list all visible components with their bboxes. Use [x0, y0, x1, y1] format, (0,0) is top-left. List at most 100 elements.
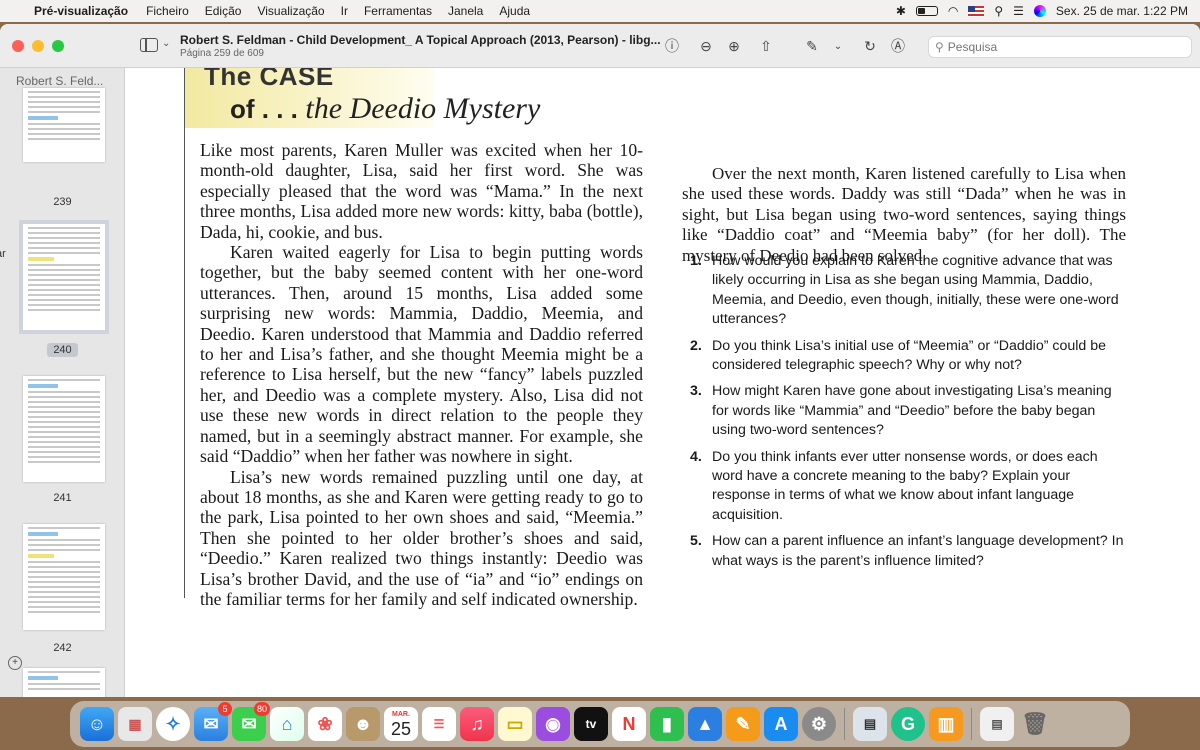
page-thumbnail-242[interactable] — [23, 524, 105, 630]
share-icon[interactable]: ⇧ — [756, 36, 776, 56]
clock-datetime[interactable]: Sex. 25 de mar. 1:22 PM — [1056, 4, 1188, 18]
menu-bar: Pré-visualização Ficheiro Edição Visuali… — [0, 0, 1200, 22]
safari-icon[interactable]: ✧ — [156, 707, 190, 741]
heading-rule — [184, 68, 185, 598]
sidebar-edge-text: ar — [0, 248, 6, 260]
recent-document-icon[interactable]: ▤ — [980, 707, 1014, 741]
status-area: ✱ ◠ ⚲ ☰ Sex. 25 de mar. 1:22 PM — [896, 4, 1200, 18]
grammarly-icon[interactable]: G — [891, 707, 925, 741]
preview-icon[interactable]: ▤ — [853, 707, 887, 741]
selected-page-label: 240 — [47, 343, 78, 357]
menu-app-name[interactable]: Pré-visualização — [34, 4, 128, 18]
question-text: Do you think infants ever utter nonsense… — [712, 448, 1098, 523]
search-input[interactable] — [947, 40, 1168, 54]
case-heading: The CASE — [204, 68, 334, 91]
question-text: How would you explain to Karen the cogni… — [712, 253, 1119, 328]
question-item: 2. Do you think Lisa’s initial use of “M… — [690, 337, 1126, 376]
document-page: The CASE of . . . the Deedio Mystery Lik… — [126, 68, 1200, 697]
podcasts-icon[interactable]: ◉ — [536, 707, 570, 741]
search-icon: ⚲ — [935, 40, 944, 54]
calendar-month: MAR. — [392, 710, 410, 718]
chevron-down-icon[interactable]: ⌄ — [162, 38, 170, 49]
photos-icon[interactable]: ❀ — [308, 707, 342, 741]
system-preferences-icon[interactable]: ⚙ — [802, 707, 836, 741]
page-thumbnail-239[interactable] — [23, 88, 105, 162]
mail-icon[interactable]: ✉ 5 — [194, 702, 232, 741]
story-paragraph: Over the next month, Karen listened care… — [682, 164, 1126, 265]
page-thumbnail-243[interactable] — [23, 668, 105, 697]
keynote-icon[interactable]: ▲ — [688, 707, 722, 741]
question-number: 3. — [690, 383, 702, 400]
markup-chevron-icon[interactable]: ⌄ — [828, 36, 848, 56]
bluetooth-icon[interactable]: ✱ — [896, 4, 906, 18]
numbers-icon[interactable]: ▮ — [650, 707, 684, 741]
control-center-icon[interactable]: ☰ — [1013, 4, 1024, 18]
question-item: 4. Do you think infants ever utter nonse… — [690, 448, 1126, 526]
apple-tv-icon[interactable]: tv — [574, 707, 608, 741]
notes-icon[interactable]: ▭ — [498, 707, 532, 741]
zoom-out-icon[interactable]: ⊖ — [696, 36, 716, 56]
thumbnail-sidebar: Robert S. Feld... ar 239 240 241 242 — [0, 68, 125, 697]
case-title: of . . . the Deedio Mystery — [230, 92, 540, 126]
add-icon[interactable]: + — [8, 656, 22, 670]
zoom-in-icon[interactable]: ⊕ — [724, 36, 744, 56]
wifi-icon[interactable]: ◠ — [948, 4, 958, 18]
music-icon[interactable]: ♫ — [460, 707, 494, 741]
siri-icon[interactable] — [1033, 5, 1046, 17]
rotate-icon[interactable]: ↻ — [860, 36, 880, 56]
trash-icon[interactable]: 🗑 — [1018, 707, 1052, 741]
question-number: 2. — [690, 337, 702, 354]
question-item: 3. How might Karen have gone about inves… — [690, 382, 1126, 440]
messages-icon[interactable]: ✉ 80 — [232, 702, 270, 741]
case-story-right-column: Over the next month, Karen listened care… — [682, 164, 1126, 266]
menu-ir[interactable]: Ir — [341, 4, 348, 18]
menu-janela[interactable]: Janela — [448, 4, 483, 18]
window-controls — [12, 40, 64, 52]
contacts-icon[interactable]: ☻ — [346, 707, 380, 741]
page-number-239[interactable]: 239 — [0, 196, 124, 208]
question-list: 1. How would you explain to Karen the co… — [690, 252, 1126, 578]
news-icon[interactable]: N — [612, 707, 646, 741]
close-window-button[interactable] — [12, 40, 24, 52]
case-title-of: of . . . — [230, 94, 298, 124]
annotate-icon[interactable]: Ⓐ — [888, 36, 908, 56]
messages-badge: 80 — [253, 702, 270, 716]
reminders-icon[interactable]: ☰ — [422, 707, 456, 741]
menu-ajuda[interactable]: Ajuda — [499, 4, 530, 18]
markup-pen-icon[interactable]: ✎ — [802, 36, 822, 56]
minimize-window-button[interactable] — [32, 40, 44, 52]
question-item: 1. How would you explain to Karen the co… — [690, 252, 1126, 330]
info-icon[interactable]: ⓘ — [662, 36, 682, 56]
preview-window: ⌄ Robert S. Feldman - Child Development_… — [0, 24, 1200, 697]
page-number-240[interactable]: 240 — [0, 343, 124, 357]
page-number-242[interactable]: 242 — [0, 642, 124, 654]
pages-icon[interactable]: ✎ — [726, 707, 760, 741]
menu-ficheiro[interactable]: Ficheiro — [146, 4, 189, 18]
story-paragraph: Karen waited eagerly for Lisa to begin p… — [200, 242, 643, 467]
app-store-icon[interactable]: A — [764, 707, 798, 741]
battery-icon[interactable] — [915, 6, 938, 16]
title-bar: ⌄ Robert S. Feldman - Child Development_… — [0, 24, 1200, 68]
launchpad-icon[interactable]: ▦ — [118, 707, 152, 741]
story-paragraph: Lisa’s new words remained puzzling until… — [200, 466, 643, 609]
menu-ferramentas[interactable]: Ferramentas — [364, 4, 432, 18]
keyboard-layout-flag-icon[interactable] — [968, 5, 985, 17]
page-thumbnail-240[interactable] — [19, 220, 109, 334]
calendar-icon[interactable]: MAR. 25 — [384, 707, 418, 741]
page-thumbnail-241[interactable] — [23, 376, 105, 482]
spotlight-search-icon[interactable]: ⚲ — [994, 4, 1003, 18]
search-field[interactable]: ⚲ — [928, 36, 1192, 58]
books-icon[interactable]: ▥ — [929, 707, 963, 741]
menu-edicao[interactable]: Edição — [205, 4, 242, 18]
finder-icon[interactable]: ☺ — [80, 707, 114, 741]
page-number-241[interactable]: 241 — [0, 492, 124, 504]
maps-icon[interactable]: ⌂ — [270, 707, 304, 741]
mail-badge: 5 — [218, 702, 232, 716]
fullscreen-window-button[interactable] — [52, 40, 64, 52]
question-number: 5. — [690, 533, 702, 550]
case-story-left-column: Like most parents, Karen Muller was exci… — [200, 140, 643, 609]
dock: ☺ ▦ ✧ ✉ 5 ✉ 80 ⌂ ❀ ☻ MAR. 25 ☰ ♫ ▭ ◉ tv N … — [70, 701, 1130, 747]
menu-visualizacao[interactable]: Visualização — [257, 4, 324, 18]
sidebar-toggle-icon[interactable] — [140, 38, 158, 52]
story-paragraph: Like most parents, Karen Muller was exci… — [200, 140, 643, 242]
